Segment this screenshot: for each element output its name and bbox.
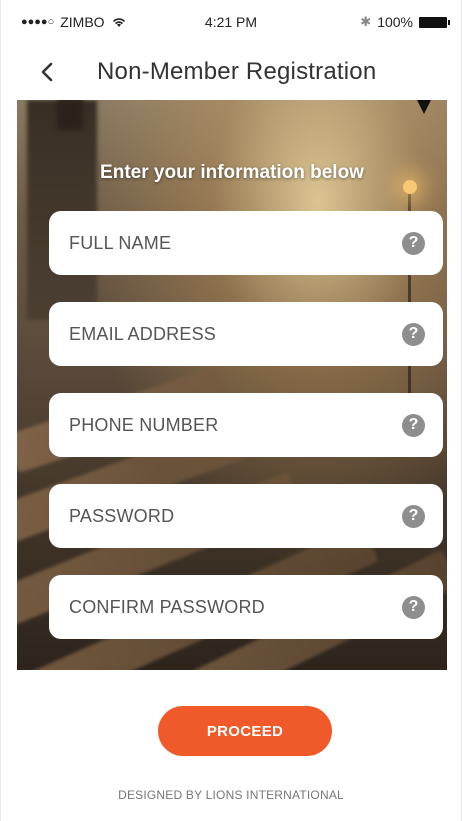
- background-dark-shape: [417, 100, 431, 114]
- password-placeholder: PASSWORD: [69, 505, 175, 526]
- help-icon[interactable]: ?: [402, 413, 425, 437]
- email-address-placeholder: EMAIL ADDRESS: [69, 323, 216, 344]
- back-button[interactable]: [31, 56, 63, 88]
- full-name-placeholder: FULL NAME: [69, 232, 172, 253]
- bluetooth-icon: ✱: [360, 14, 372, 29]
- form-background-image: Enter your information below FULL NAME ?…: [17, 100, 447, 670]
- confirm-password-placeholder: CONFIRM PASSWORD: [69, 596, 265, 617]
- phone-number-field[interactable]: PHONE NUMBER ?: [49, 393, 443, 457]
- battery-icon: [419, 16, 450, 28]
- proceed-button[interactable]: PROCEED: [158, 706, 332, 756]
- form-heading: Enter your information below: [100, 162, 364, 183]
- chevron-left-icon: [41, 62, 53, 82]
- footer-credit: DESIGNED BY LIONS INTERNATIONAL: [118, 788, 344, 802]
- full-name-field[interactable]: FULL NAME ?: [49, 211, 443, 275]
- battery-percentage: 100%: [377, 14, 413, 30]
- help-icon[interactable]: ?: [402, 231, 425, 255]
- help-icon[interactable]: ?: [402, 504, 425, 528]
- background-building: [27, 100, 97, 320]
- status-bar: ●●●●○ ZIMBO 4:21 PM ✱ 100%: [1, 0, 461, 44]
- phone-screen: ●●●●○ ZIMBO 4:21 PM ✱ 100% Non-Member Re…: [0, 0, 462, 821]
- page-title: Non-Member Registration: [97, 58, 377, 85]
- email-address-field[interactable]: EMAIL ADDRESS ?: [49, 302, 443, 366]
- background-building-top: [57, 100, 83, 130]
- help-icon[interactable]: ?: [402, 595, 425, 619]
- status-right: ✱ 100%: [360, 14, 450, 30]
- phone-number-placeholder: PHONE NUMBER: [69, 414, 219, 435]
- password-field[interactable]: PASSWORD ?: [49, 484, 443, 548]
- confirm-password-field[interactable]: CONFIRM PASSWORD ?: [49, 575, 443, 639]
- help-icon[interactable]: ?: [402, 322, 425, 346]
- navigation-bar: Non-Member Registration: [1, 44, 461, 100]
